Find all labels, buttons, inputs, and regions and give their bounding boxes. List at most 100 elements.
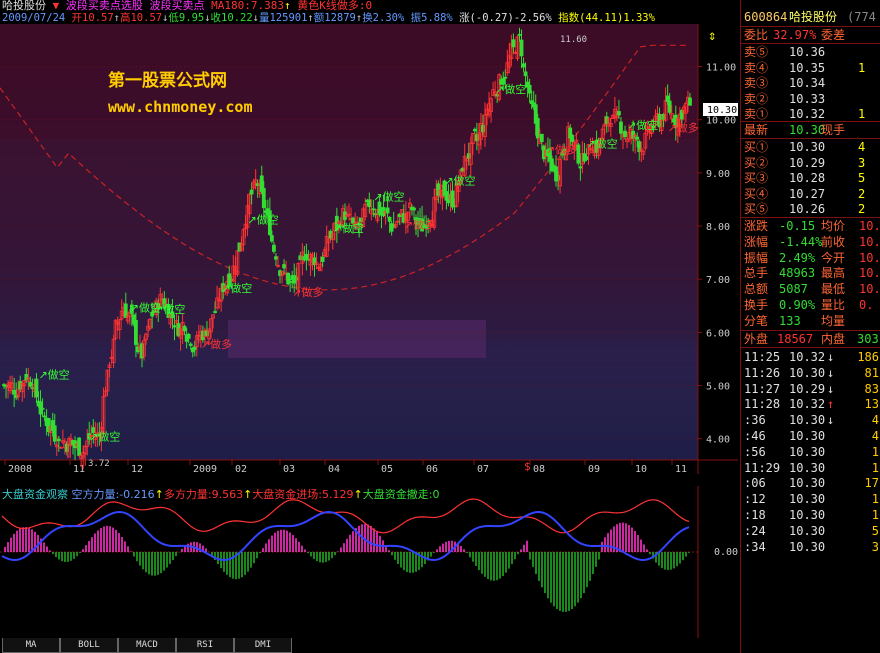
candle-body [617,111,621,116]
scroll-marker-icon[interactable]: $ [524,460,531,473]
y-tick-label: 8.00 [706,222,730,233]
candle-body [18,381,23,390]
bar-low: 低9.95 [168,12,205,24]
tick-vol: 186 [857,350,879,364]
candle-body [556,175,560,181]
stat-row: 换手 0.90% 量比 0. [741,297,880,313]
tab-boll[interactable]: BOLL [60,638,118,653]
stat-value-2: 10. [859,250,880,265]
tick-row: 11:27 10.29 ↓ 83 [741,381,880,397]
candle-body [661,113,666,120]
tick-dir: ↓ [827,413,835,428]
tab-rsi[interactable]: RSI [176,638,234,653]
bar-close: 收10.22 [210,12,253,24]
yellow-signal: 黄色K线做多:0 [297,0,373,12]
candle-body [182,325,187,332]
buy-vol: 4 [858,140,866,154]
candle-body [272,244,276,252]
buy-label: 买⑤ [744,202,769,216]
x-tick-label: 02 [235,464,247,474]
candle-body [519,39,524,57]
candle-body [77,437,81,456]
x-tick-label: 05 [381,464,393,474]
indicator-name[interactable]: 波段买卖点选股 [66,0,143,12]
candle-body [481,124,485,133]
bar-amplitude: 振5.88% [410,12,453,24]
sell-signal: ↗做空 [154,302,185,316]
candle-body [688,97,692,106]
candle-body [539,133,544,142]
candle-body [176,323,181,337]
y-tick-label: 7.00 [706,275,730,286]
sell-price: 10.35 [789,60,826,75]
bar-turnover: 换2.30% [362,12,405,24]
candle-body [136,346,140,353]
candle-body [535,118,540,139]
candle-body [576,144,581,164]
candle-body [637,141,642,153]
candle-body [205,330,209,336]
buy-row: 买③ 10.28 5 [741,170,880,186]
buy-signal: ↗做多 [292,285,323,299]
tick-row: :18 10.30 1 [741,507,880,523]
tick-dir: ↑ [827,397,835,412]
stat-value: 2.49% [779,250,816,265]
indicator-name-2[interactable]: 波段买卖点 [150,0,205,12]
tick-vol: 4 [871,429,879,443]
stat-label: 涨跌 [744,219,769,233]
buy-signal: ↗做多 [546,143,577,157]
dropdown-icon[interactable]: ▼ [53,0,60,12]
candle-body [186,333,191,339]
candle-body [521,63,526,68]
candle-body [298,255,303,261]
buy-label: 买② [744,155,769,170]
indicator-chart[interactable]: 0.00 [0,486,738,638]
sell-price: 10.32 [789,107,826,121]
candle-body [249,189,254,195]
sell-label: 卖④ [744,60,769,75]
x-axis-right-label: 日线 [708,473,730,474]
chart-header: 哈投股份 ▼ 波段买卖点选股 波段买卖点 MA180:7.383↑ 黄色K线做多… [2,0,655,24]
scroll-arrow-icon[interactable]: ⇕ [708,28,716,44]
buy-signal: ↗做多 [201,337,232,351]
tick-row: :56 10.30 1 [741,444,880,460]
watermark-line2: www.chnmoney.com [108,98,253,116]
bar-open: 开10.57 [71,12,114,24]
tick-row: 11:28 10.32 ↑ 13 [741,396,880,412]
candle-body [52,425,57,442]
stat-value-2: 10. [859,282,880,297]
code-suffix: (774 [847,10,876,24]
tick-price: 10.30 [789,365,826,380]
tick-time: :36 [744,413,766,428]
candle-body [320,256,325,262]
stat-value-2: 10. [859,234,880,249]
stat-value: 48963 [779,266,816,281]
stat-value: 5087 [779,282,808,297]
tick-time: :56 [744,444,766,459]
tab-ma[interactable]: MA [2,638,60,653]
stat-label: 分笔 [744,313,769,328]
bar-date: 2009/07/24 [2,12,66,24]
inflow-value: 大盘资金进场:5.129 [252,488,354,501]
sell-label: 卖① [744,107,769,121]
candle-body [294,276,299,281]
stat-value-2: 10. [859,219,880,233]
latest-row: 最新 10.30 现手 [744,123,846,137]
quote-panel: 600864 哈投股份 (774 委比 32.97% 委差 卖⑤ 10.36 卖④ 1… [740,0,880,653]
stat-value: 0.90% [779,298,816,312]
tick-vol: 1 [871,460,879,475]
buy-price: 10.29 [789,155,826,170]
y-tick-label: 4.00 [706,435,730,446]
buy-vol: 5 [858,171,866,185]
tick-row: 11:29 10.30 1 [741,460,880,476]
candle-body [30,387,35,390]
short-power-value: 空方力量:-0.216 [71,488,155,501]
candle-body [123,303,128,318]
panel-stock-name: 哈投股份 [789,10,838,24]
tab-dmi[interactable]: DMI [234,638,292,653]
candle-body [474,134,479,142]
tick-vol: 3 [871,539,879,554]
tab-macd[interactable]: MACD [118,638,176,653]
candlestick-chart[interactable]: 11.00 10.00 9.00 8.00 7.00 6.00 5.00 4.00 2008 1… [0,24,738,474]
candle-body [460,167,465,172]
